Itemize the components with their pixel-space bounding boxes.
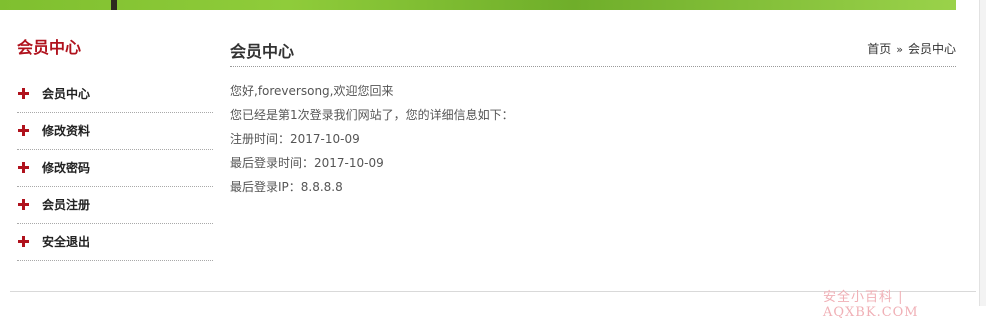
banner-figure [111,0,117,10]
sidebar-item-edit-profile[interactable]: 修改资料 [17,113,213,150]
sidebar-item-member-center[interactable]: 会员中心 [17,76,213,113]
scrollbar-track[interactable] [979,0,986,306]
sidebar-item-label: 修改密码 [42,161,91,175]
breadcrumb-current-link[interactable]: 会员中心 [908,42,956,56]
sidebar-item-register[interactable]: 会员注册 [17,187,213,224]
sidebar-item-label: 会员注册 [42,198,91,212]
plus-icon [18,88,29,99]
sidebar-item-label: 安全退出 [42,235,91,249]
header-banner-image [0,0,956,10]
breadcrumb: 首页 » 会员中心 [867,40,956,57]
watermark: 安全小百科 | AQXBK.COM [823,290,919,320]
plus-icon [18,162,29,173]
sidebar-item-change-password[interactable]: 修改密码 [17,150,213,187]
greeting-text: 您好,foreversong,欢迎您回来 [230,84,394,98]
main-content: 会员中心 首页 » 会员中心 您好,foreversong,欢迎您回来 您已经是第1… [230,36,956,199]
page-title: 会员中心 [230,42,295,61]
plus-icon [18,199,29,210]
sidebar-item-label: 会员中心 [42,87,91,101]
sidebar-menu: 会员中心 修改资料 修改密码 会员注册 安全退出 [17,76,213,261]
last-login-time-text: 最后登录时间：2017-10-09 [230,156,384,170]
sidebar-item-logout[interactable]: 安全退出 [17,224,213,261]
sidebar-item-label: 修改资料 [42,124,91,138]
register-time-text: 注册时间：2017-10-09 [230,132,360,146]
visit-count-text: 您已经是第1次登录我们网站了，您的详细信息如下： [230,108,514,122]
breadcrumb-home-link[interactable]: 首页 [867,42,891,56]
sidebar-title: 会员中心 [17,38,82,57]
plus-icon [18,125,29,136]
member-info: 您好,foreversong,欢迎您回来 您已经是第1次登录我们网站了，您的详细… [230,79,956,199]
last-login-ip-text: 最后登录IP：8.8.8.8 [230,180,343,194]
main-header: 会员中心 首页 » 会员中心 [230,36,956,67]
sidebar: 会员中心 会员中心 修改资料 修改密码 会员注册 安全退出 [17,36,213,261]
breadcrumb-separator: » [896,43,903,56]
plus-icon [18,236,29,247]
